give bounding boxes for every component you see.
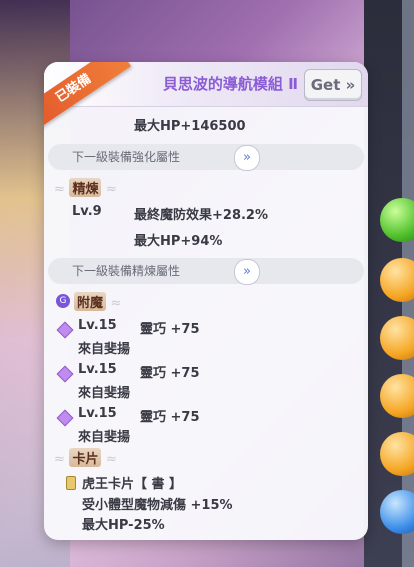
card-effect: 最大HP-25% [82,518,165,533]
card-name: 虎王卡片【 書 】 [82,477,183,492]
next-refine-label: 下一級裝備精煉屬性 [72,264,181,278]
enchant-stat: 靈巧 +75 [140,322,200,337]
enchant-level: Lv.15 [78,362,117,377]
refine-level: Lv.9 [72,204,102,219]
enchant-title: 附魔 [74,292,107,311]
enchant-level: Lv.15 [78,318,117,333]
enchant-level: Lv.15 [78,406,117,421]
refine-stat: 最大HP+94% [134,234,223,249]
enchant-diamond-icon [56,321,74,339]
enchant-source: 來自斐揚 [78,386,131,401]
expand-arrow-icon[interactable]: » [234,145,260,171]
enchant-stat: 靈巧 +75 [140,410,200,425]
equipment-tooltip-panel: 貝思波的導航模組 Ⅱ Get » 已裝備 最大HP+146500 下一級裝備強化… [44,62,368,540]
next-enhance-pill[interactable]: 下一級裝備強化屬性 » [48,144,364,171]
swirl-left-icon: ≈ [54,452,65,467]
expand-arrow-icon[interactable]: » [234,259,260,285]
swirl-left-icon: ≈ [54,182,65,197]
card-title: 卡片 [69,448,102,467]
enchant-source: 來自斐揚 [78,342,131,357]
refine-title: 精煉 [69,178,102,197]
swirl-right-icon: ≈ [105,452,117,467]
equipment-name: 貝思波的導航模組 Ⅱ [162,75,298,93]
card-icon [66,476,76,490]
swirl-right-icon: ≈ [110,296,122,311]
refine-section-title: ≈ 精煉 ≈ [54,178,117,197]
base-stat: 最大HP+146500 [134,119,246,134]
enchant-badge-icon: G [56,294,70,308]
enchant-diamond-icon [56,365,74,383]
enchant-diamond-icon [56,409,74,427]
get-button[interactable]: Get » [304,69,362,101]
swirl-right-icon: ≈ [105,182,117,197]
next-enhance-label: 下一級裝備強化屬性 [72,150,181,164]
next-refine-pill[interactable]: 下一級裝備精煉屬性 » [48,258,364,285]
enchant-section-title: 附魔 ≈ [74,292,121,311]
enchant-stat: 靈巧 +75 [140,366,200,381]
card-effect: 受小體型魔物減傷 +15% [82,498,233,513]
enchant-source: 來自斐揚 [78,430,131,445]
card-section-title: ≈ 卡片 ≈ [54,448,117,467]
refine-stat: 最終魔防效果+28.2% [134,208,268,223]
